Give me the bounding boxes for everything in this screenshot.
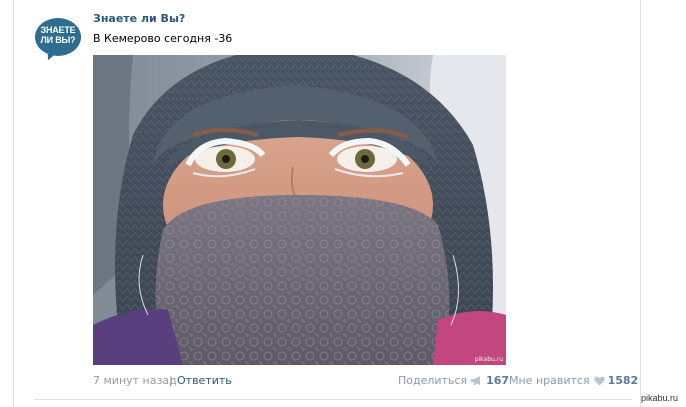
- like-count: 1582: [607, 374, 639, 387]
- speech-bubble-tail: [43, 47, 59, 63]
- post-photo[interactable]: pikabu.ru: [93, 55, 506, 365]
- megaphone-icon: [471, 376, 481, 385]
- avatar-logo-text: ЗНАЕТЕ ЛИ ВЫ?: [40, 25, 76, 45]
- photo-watermark: pikabu.ru: [474, 356, 503, 363]
- share-button[interactable]: Поделиться 167: [398, 374, 509, 387]
- post-divider: [34, 399, 632, 400]
- share-count: 167: [486, 374, 510, 387]
- heart-icon: [593, 376, 605, 385]
- post-text: В Кемерово сегодня -36: [93, 32, 233, 45]
- reply-link[interactable]: Ответить: [177, 374, 232, 387]
- site-watermark: pikabu.ru: [641, 393, 679, 403]
- post-author-link[interactable]: Знаете ли Вы?: [93, 12, 185, 25]
- like-button[interactable]: Мне нравится 1582: [509, 374, 638, 387]
- left-border: [13, 0, 14, 407]
- post-time-link[interactable]: 7 минут назад: [93, 374, 177, 387]
- share-label: Поделиться: [398, 374, 468, 387]
- meta-separator: |: [169, 374, 173, 387]
- right-border: [640, 0, 641, 407]
- photo-image: [93, 55, 506, 365]
- like-label: Мне нравится: [509, 374, 590, 387]
- avatar[interactable]: ЗНАЕТЕ ЛИ ВЫ?: [33, 15, 83, 65]
